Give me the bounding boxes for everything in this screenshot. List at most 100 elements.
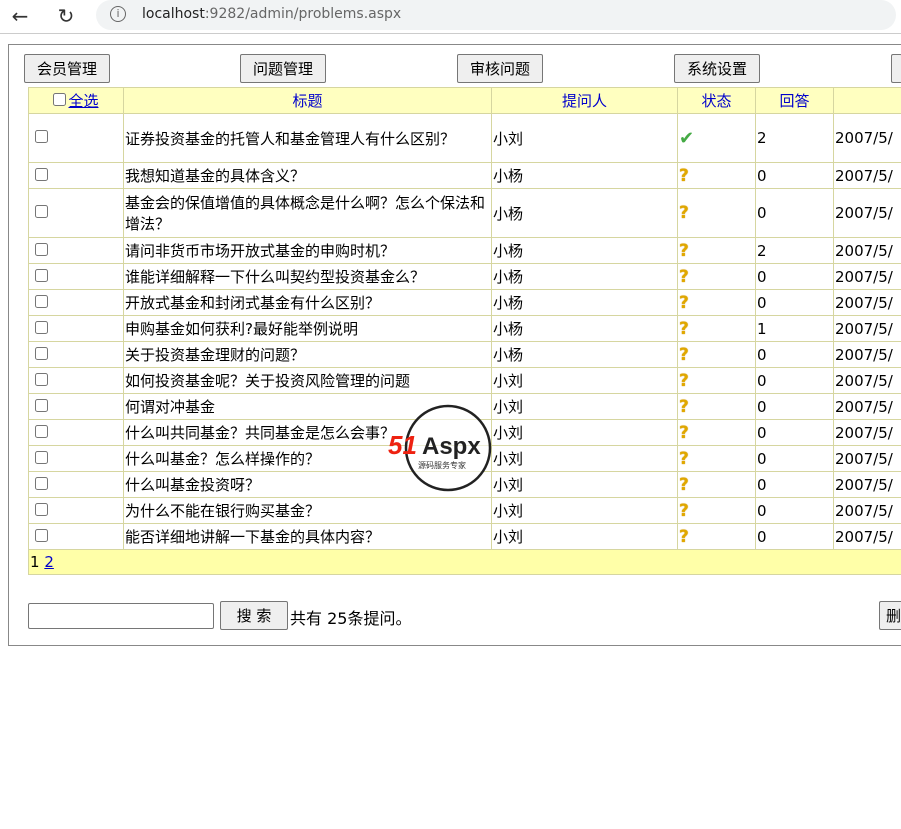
- row-checkbox[interactable]: [35, 346, 48, 360]
- row-date: 2007/5/: [833, 188, 901, 238]
- select-all-checkbox[interactable]: [53, 93, 67, 106]
- search-input[interactable]: [28, 603, 214, 629]
- row-answers: 0: [755, 523, 834, 550]
- delete-button[interactable]: 删: [879, 601, 901, 630]
- row-title[interactable]: 为什么不能在银行购买基金？: [123, 497, 492, 524]
- review-problems-button[interactable]: 审核问题: [457, 54, 543, 83]
- row-answers: 0: [755, 367, 834, 394]
- pager-row: 1 2: [28, 549, 901, 575]
- row-answers: 0: [755, 471, 834, 498]
- row-title[interactable]: 申购基金如何获利?最好能举例说明: [123, 315, 492, 342]
- asker-header[interactable]: 提问人: [491, 87, 678, 114]
- row-answers: 0: [755, 497, 834, 524]
- info-icon[interactable]: i: [110, 6, 126, 22]
- row-status: ?: [677, 289, 756, 316]
- row-asker: 小杨: [491, 162, 678, 189]
- member-management-button[interactable]: 会员管理: [24, 54, 110, 83]
- row-asker: 小刘: [491, 523, 678, 550]
- pending-question-icon: ?: [679, 240, 689, 261]
- row-title[interactable]: 我想知道基金的具体含义？: [123, 162, 492, 189]
- row-checkbox[interactable]: [35, 502, 48, 516]
- row-checkbox[interactable]: [35, 130, 48, 143]
- row-checkbox[interactable]: [35, 205, 48, 218]
- pending-question-icon: ?: [679, 318, 689, 339]
- url-path: :9282/admin/problems.aspx: [204, 6, 402, 22]
- row-asker: 小刘: [491, 419, 678, 446]
- row-status: ?: [677, 341, 756, 368]
- row-status: ?: [677, 315, 756, 342]
- total-count: 共有 25条提问。: [290, 609, 412, 628]
- row-date: 2007/5/: [833, 341, 901, 368]
- row-status: ?: [677, 393, 756, 420]
- row-asker: 小杨: [491, 237, 678, 264]
- reload-icon[interactable]: ↻: [54, 4, 78, 28]
- table-row: 如何投资基金呢？关于投资风险管理的问题 小刘 ? 0 2007/5/: [28, 367, 901, 394]
- row-title[interactable]: 什么叫共同基金？共同基金是怎么会事？: [123, 419, 492, 446]
- pending-question-icon: ?: [679, 370, 689, 391]
- answered-check-icon: ✔: [679, 127, 695, 149]
- row-asker: 小刘: [491, 497, 678, 524]
- row-asker: 小杨: [491, 289, 678, 316]
- row-title[interactable]: 谁能详细解释一下什么叫契约型投资基金么？: [123, 263, 492, 290]
- row-checkbox[interactable]: [35, 268, 48, 282]
- problem-management-button[interactable]: 问题管理: [240, 54, 326, 83]
- table-row: 什么叫基金？怎么样操作的？ 小刘 ? 0 2007/5/: [28, 445, 901, 472]
- table-row: 何谓对冲基金 小刘 ? 0 2007/5/: [28, 393, 901, 420]
- search-button[interactable]: 搜 索: [220, 601, 288, 630]
- row-title[interactable]: 基金会的保值增值的具体概念是什么啊？怎么个保法和增法？: [123, 188, 492, 238]
- row-date: 2007/5/: [833, 289, 901, 316]
- table-row: 什么叫基金投资呀？ 小刘 ? 0 2007/5/: [28, 471, 901, 498]
- row-checkbox[interactable]: [35, 294, 48, 308]
- row-asker: 小刘: [491, 445, 678, 472]
- row-checkbox[interactable]: [35, 528, 48, 542]
- row-asker: 小杨: [491, 315, 678, 342]
- status-header[interactable]: 状态: [677, 87, 756, 114]
- row-checkbox[interactable]: [35, 242, 48, 256]
- system-settings-button[interactable]: 系统设置: [674, 54, 760, 83]
- row-asker: 小刘: [491, 367, 678, 394]
- row-answers: 0: [755, 445, 834, 472]
- row-answers: 0: [755, 419, 834, 446]
- more-button[interactable]: [891, 54, 901, 83]
- table-row: 我想知道基金的具体含义？ 小杨 ? 0 2007/5/: [28, 162, 901, 189]
- pending-question-icon: ?: [679, 500, 689, 521]
- row-date: 2007/5/: [833, 263, 901, 290]
- row-checkbox[interactable]: [35, 476, 48, 490]
- browser-toolbar: ← ↻ i localhost:9282/admin/problems.aspx: [0, 0, 901, 34]
- table-row: 能否详细地讲解一下基金的具体内容？ 小刘 ? 0 2007/5/: [28, 523, 901, 550]
- row-asker: 小杨: [491, 263, 678, 290]
- row-checkbox[interactable]: [35, 320, 48, 334]
- row-status: ?: [677, 445, 756, 472]
- back-icon[interactable]: ←: [8, 4, 32, 28]
- title-header[interactable]: 标题: [123, 87, 492, 114]
- url-host: localhost: [142, 6, 205, 22]
- row-date: 2007/5/: [833, 315, 901, 342]
- admin-panel: 会员管理 问题管理 审核问题 系统设置 全选 标题 提问人 状态 回答 证券投资…: [8, 44, 901, 646]
- row-status: ?: [677, 263, 756, 290]
- answers-header[interactable]: 回答: [755, 87, 834, 114]
- row-checkbox[interactable]: [35, 372, 48, 386]
- row-title[interactable]: 如何投资基金呢？关于投资风险管理的问题: [123, 367, 492, 394]
- row-status: ?: [677, 237, 756, 264]
- page-link-2[interactable]: 2: [44, 553, 54, 571]
- row-checkbox[interactable]: [35, 398, 48, 412]
- row-title[interactable]: 开放式基金和封闭式基金有什么区别？: [123, 289, 492, 316]
- row-title[interactable]: 什么叫基金？怎么样操作的？: [123, 445, 492, 472]
- row-asker: 小杨: [491, 341, 678, 368]
- row-checkbox[interactable]: [35, 450, 48, 464]
- row-title[interactable]: 何谓对冲基金: [123, 393, 492, 420]
- row-checkbox[interactable]: [35, 424, 48, 438]
- row-title[interactable]: 证券投资基金的托管人和基金管理人有什么区别？: [123, 113, 492, 163]
- row-title[interactable]: 请问非货币市场开放式基金的申购时机？: [123, 237, 492, 264]
- address-bar[interactable]: i localhost:9282/admin/problems.aspx: [96, 0, 896, 30]
- row-checkbox[interactable]: [35, 167, 48, 181]
- row-title[interactable]: 能否详细地讲解一下基金的具体内容？: [123, 523, 492, 550]
- row-title[interactable]: 什么叫基金投资呀？: [123, 471, 492, 498]
- select-all-link[interactable]: 全选: [68, 92, 98, 110]
- row-answers: 2: [755, 237, 834, 264]
- pending-question-icon: ?: [679, 422, 689, 443]
- problems-table: 全选 标题 提问人 状态 回答 证券投资基金的托管人和基金管理人有什么区别？ 小…: [28, 87, 901, 575]
- table-row: 开放式基金和封闭式基金有什么区别？ 小杨 ? 0 2007/5/: [28, 289, 901, 316]
- row-date: 2007/5/: [833, 523, 901, 550]
- row-title[interactable]: 关于投资基金理财的问题？: [123, 341, 492, 368]
